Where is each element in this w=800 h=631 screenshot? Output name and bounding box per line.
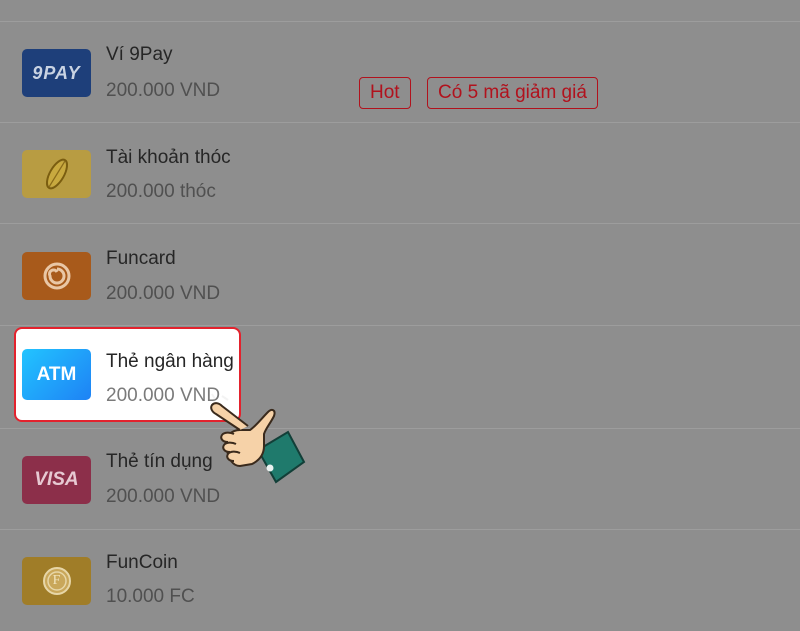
visa-card-icon: VISA <box>22 456 91 504</box>
payment-method-name: Thẻ ngân hàng <box>106 351 234 372</box>
payment-method-amount: 200.000 VND <box>106 283 221 304</box>
payment-method-amount: 200.000 VND <box>106 80 221 101</box>
payment-method-9pay[interactable]: 9PAY Ví 9Pay 200.000 VND Hot Có 5 mã giả… <box>0 21 800 123</box>
payment-method-funcoin[interactable]: F FunCoin 10.000 FC <box>0 529 800 631</box>
payment-method-amount: 200.000 VND <box>106 385 221 406</box>
9pay-logo-icon: 9PAY <box>22 49 91 97</box>
hot-badge: Hot <box>359 77 411 109</box>
payment-method-credit-card[interactable]: VISA Thẻ tín dụng 200.000 VND <box>0 428 800 530</box>
atm-card-icon: ATM <box>22 349 91 400</box>
payment-method-list: 9PAY Ví 9Pay 200.000 VND Hot Có 5 mã giả… <box>0 0 800 607</box>
pointing-hand-icon <box>210 393 306 484</box>
funcoin-icon: F <box>22 557 91 605</box>
payment-method-name: Thẻ tín dụng <box>106 451 213 472</box>
funcard-swirl-icon <box>22 252 91 300</box>
payment-method-funcard[interactable]: Funcard 200.000 VND <box>0 223 800 325</box>
payment-method-amount: 10.000 FC <box>106 586 195 607</box>
payment-method-name: Tài khoản thóc <box>106 147 231 168</box>
discount-codes-badge[interactable]: Có 5 mã giảm giá <box>427 77 598 109</box>
rice-grain-icon <box>22 150 91 198</box>
payment-method-amount: 200.000 thóc <box>106 181 216 202</box>
payment-method-rice-account[interactable]: Tài khoản thóc 200.000 thóc <box>0 122 800 224</box>
payment-method-amount: 200.000 VND <box>106 486 221 507</box>
payment-method-name: Ví 9Pay <box>106 44 173 65</box>
payment-method-name: FunCoin <box>106 552 178 573</box>
payment-method-name: Funcard <box>106 248 176 269</box>
